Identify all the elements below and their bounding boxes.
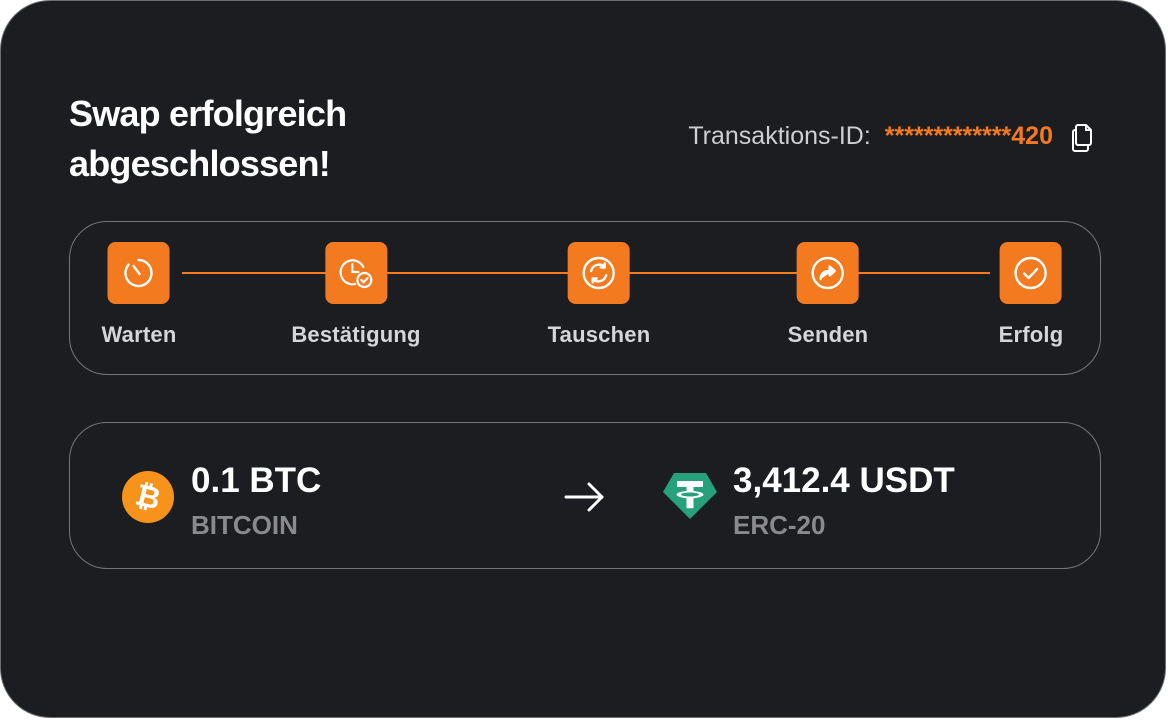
swap-cycle-icon — [582, 256, 616, 290]
bitcoin-icon: ₿ — [122, 471, 174, 523]
transaction-id-value[interactable]: *************420 — [885, 119, 1053, 153]
step-icon-box — [999, 242, 1062, 304]
transaction-id-label: Transaktions-ID: — [688, 122, 871, 150]
copy-icon — [1072, 124, 1092, 152]
step-erfolg: Erfolg — [999, 242, 1064, 348]
step-label: Senden — [787, 322, 869, 347]
check-circle-icon — [1014, 256, 1048, 290]
timer-icon — [124, 258, 154, 288]
title-line-2: abgeschlossen! — [69, 143, 331, 184]
step-icon-box — [796, 242, 859, 304]
step-icon-box — [325, 242, 387, 304]
step-tauschen: Tauschen — [548, 242, 651, 348]
step-icon-box — [567, 242, 630, 304]
step-label: Warten — [101, 322, 177, 347]
swap-success-card: Swap erfolgreich abgeschlossen! Transakt… — [0, 0, 1166, 718]
arrow-right-icon — [564, 482, 604, 512]
progress-steps: Warten Bestätigung Tauschen Senden Erfol… — [69, 221, 1101, 375]
tether-icon — [663, 473, 717, 519]
step-warten: Warten — [102, 242, 177, 348]
from-amount: 0.1 BTC — [191, 461, 322, 500]
transaction-id-row: Transaktions-ID: *************420 — [688, 119, 1053, 153]
step-icon-box — [107, 242, 170, 304]
from-network: BITCOIN — [191, 510, 298, 540]
title-line-1: Swap erfolgreich — [69, 93, 347, 134]
page-title: Swap erfolgreich abgeschlossen! — [69, 89, 489, 189]
step-label: Erfolg — [998, 322, 1064, 347]
step-senden: Senden — [788, 242, 869, 348]
step-label: Bestätigung — [291, 322, 421, 347]
step-label: Tauschen — [547, 322, 651, 347]
step-bestaetigung: Bestätigung — [291, 242, 420, 348]
forward-arrow-icon — [811, 256, 845, 290]
to-network: ERC-20 — [733, 510, 826, 540]
to-amount: 3,412.4 USDT — [733, 461, 955, 500]
swap-summary: ₿ 0.1 BTC BITCOIN 3,412.4 USDT ERC-20 — [69, 422, 1101, 569]
clock-check-icon — [339, 259, 373, 289]
copy-button[interactable] — [1069, 121, 1095, 153]
